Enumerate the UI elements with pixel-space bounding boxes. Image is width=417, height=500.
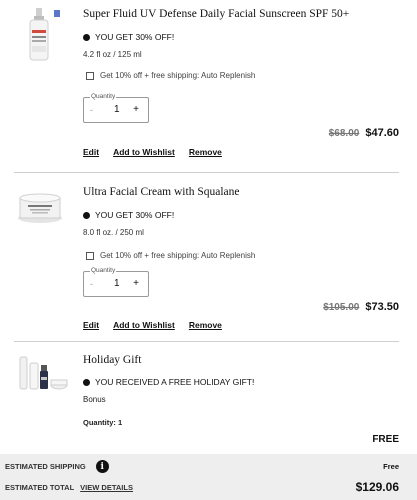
sale-price: $47.60: [365, 127, 399, 139]
promo-line: YOU RECEIVED A FREE HOLIDAY GIFT!: [83, 377, 254, 387]
quantity-stepper[interactable]: Quantity - 1 +: [83, 267, 149, 297]
product-title[interactable]: Super Fluid UV Defense Daily Facial Suns…: [83, 8, 349, 20]
increment-button[interactable]: +: [133, 104, 139, 115]
edit-link[interactable]: Edit: [83, 147, 99, 157]
remove-link[interactable]: Remove: [189, 147, 222, 157]
promo-text: YOU RECEIVED A FREE HOLIDAY GIFT!: [95, 377, 255, 387]
estimated-shipping-row: ESTIMATED SHIPPING i Free: [5, 460, 399, 473]
item-actions: Edit Add to Wishlist Remove: [83, 147, 222, 157]
view-details-link[interactable]: VIEW DETAILS: [80, 483, 133, 492]
product-image-sunscreen[interactable]: [14, 6, 66, 64]
estimated-total-label: ESTIMATED TOTAL: [5, 482, 75, 492]
auto-replenish-checkbox[interactable]: [86, 251, 94, 260]
quantity-label: Quantity: [90, 93, 117, 100]
product-image-cream[interactable]: [14, 186, 66, 226]
product-title[interactable]: Ultra Facial Cream with Squalane: [83, 186, 239, 198]
auto-replenish-checkbox[interactable]: [86, 71, 94, 80]
bullet-icon: [83, 33, 90, 41]
promo-text: YOU GET 30% OFF!: [95, 210, 175, 220]
quantity-value[interactable]: 1: [114, 278, 120, 289]
item-actions: Edit Add to Wishlist Remove: [83, 320, 222, 330]
product-title: Holiday Gift: [83, 354, 142, 366]
decrement-button[interactable]: -: [90, 279, 93, 289]
gift-price: FREE: [372, 434, 399, 445]
price: $68.00 $47.60: [329, 127, 399, 139]
edit-link[interactable]: Edit: [83, 320, 99, 330]
add-to-wishlist-link[interactable]: Add to Wishlist: [113, 147, 175, 157]
product-size: 4.2 fl oz / 125 ml: [83, 50, 142, 59]
decrement-button[interactable]: -: [90, 105, 93, 115]
estimated-total-row: ESTIMATED TOTAL VIEW DETAILS $129.06: [5, 480, 399, 494]
product-image-gift-set: [14, 353, 70, 395]
estimated-total-value: $129.06: [355, 480, 399, 494]
promo-line: YOU GET 30% OFF!: [83, 32, 174, 42]
estimated-shipping-label: ESTIMATED SHIPPING: [5, 462, 86, 471]
cart-item-holiday-gift: Holiday Gift YOU RECEIVED A FREE HOLIDAY…: [0, 341, 417, 454]
bonus-label: Bonus: [83, 395, 106, 404]
quantity-label: Quantity: [90, 267, 117, 274]
promo-line: YOU GET 30% OFF!: [83, 210, 174, 220]
quantity-value[interactable]: 1: [114, 104, 120, 115]
estimated-shipping-value: Free: [383, 462, 399, 471]
bullet-icon: [83, 211, 90, 219]
auto-replenish-label: Get 10% off + free shipping: Auto Replen…: [100, 251, 256, 260]
original-price: $105.00: [323, 302, 360, 313]
product-size: 8.0 fl oz. / 250 ml: [83, 228, 144, 237]
auto-replenish-label: Get 10% off + free shipping: Auto Replen…: [100, 71, 256, 80]
increment-button[interactable]: +: [133, 278, 139, 289]
cart-item-cream: Ultra Facial Cream with Squalane YOU GET…: [0, 172, 417, 340]
quantity-text: Quantity: 1: [83, 418, 123, 427]
sale-price: $73.50: [365, 301, 399, 313]
auto-replenish-option[interactable]: Get 10% off + free shipping: Auto Replen…: [86, 71, 255, 80]
info-icon[interactable]: i: [95, 460, 109, 473]
promo-text: YOU GET 30% OFF!: [95, 32, 175, 42]
order-summary: ESTIMATED SHIPPING i Free ESTIMATED TOTA…: [0, 454, 417, 500]
price: $105.00 $73.50: [323, 301, 399, 313]
auto-replenish-option[interactable]: Get 10% off + free shipping: Auto Replen…: [86, 251, 255, 260]
cart-item-sunscreen: Super Fluid UV Defense Daily Facial Suns…: [0, 0, 417, 170]
remove-link[interactable]: Remove: [189, 320, 222, 330]
quantity-stepper[interactable]: Quantity - 1 +: [83, 93, 149, 123]
original-price: $68.00: [328, 128, 360, 139]
add-to-wishlist-link[interactable]: Add to Wishlist: [113, 320, 175, 330]
bullet-icon: [83, 378, 90, 386]
